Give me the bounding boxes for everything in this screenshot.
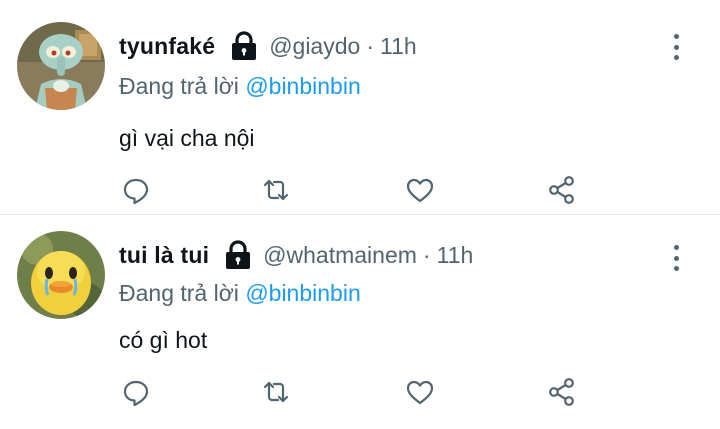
tweet-header: tui là tui @whatmainem · 11h xyxy=(119,239,473,271)
lock-icon xyxy=(223,239,253,271)
tweet-actions xyxy=(119,173,584,207)
replying-to: Đang trả lời @binbinbin xyxy=(119,70,361,102)
user-handle[interactable]: @whatmainem xyxy=(263,239,417,271)
tweet-actions xyxy=(119,375,584,409)
more-options-icon[interactable] xyxy=(670,245,682,271)
tweet[interactable]: tui là tui @whatmainem · 11h Đang trả lờ… xyxy=(0,215,720,429)
squidward-avatar-image xyxy=(17,22,105,110)
tweet-text: gì vại cha nội xyxy=(119,125,255,151)
share-icon[interactable] xyxy=(545,173,579,207)
avatar[interactable] xyxy=(17,231,105,319)
user-handle[interactable]: @giaydo xyxy=(269,30,360,62)
like-icon[interactable] xyxy=(403,375,437,409)
replying-prefix: Đang trả lời xyxy=(119,73,239,99)
tweet-text: có gì hot xyxy=(119,327,208,353)
mention-link[interactable]: @binbinbin xyxy=(245,280,360,306)
timestamp[interactable]: 11h xyxy=(380,30,417,62)
mention-link[interactable]: @binbinbin xyxy=(245,73,360,99)
retweet-icon[interactable] xyxy=(259,375,293,409)
reply-icon[interactable] xyxy=(119,375,153,409)
reply-icon[interactable] xyxy=(119,173,153,207)
like-icon[interactable] xyxy=(403,173,437,207)
display-name[interactable]: tui là tui xyxy=(119,239,209,271)
display-name[interactable]: tyunfaké xyxy=(119,30,215,62)
separator-dot: · xyxy=(366,33,374,59)
separator-dot: · xyxy=(422,242,431,268)
crying-duck-avatar-image xyxy=(17,231,105,319)
tweet[interactable]: tyunfaké @giaydo · 11h Đang trả lời @bin… xyxy=(0,0,720,214)
replying-to: Đang trả lời @binbinbin xyxy=(119,277,361,309)
lock-icon xyxy=(229,30,259,62)
replying-prefix: Đang trả lời xyxy=(119,280,239,306)
share-icon[interactable] xyxy=(545,375,579,409)
tweet-header: tyunfaké @giaydo · 11h xyxy=(119,30,417,62)
more-options-icon[interactable] xyxy=(670,34,682,60)
retweet-icon[interactable] xyxy=(259,173,293,207)
avatar[interactable] xyxy=(17,22,105,110)
timestamp[interactable]: 11h xyxy=(437,239,474,271)
